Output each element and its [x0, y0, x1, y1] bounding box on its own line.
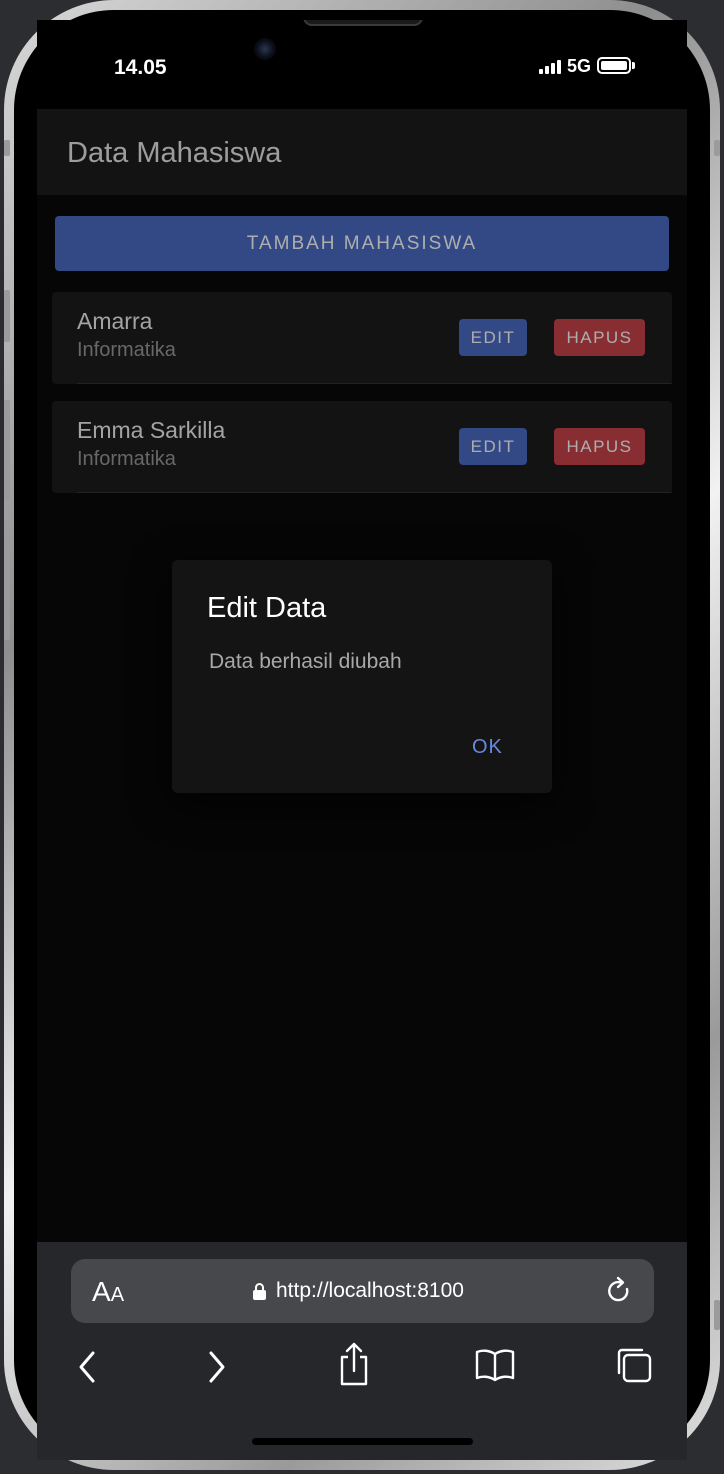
side-button-right-bottom	[714, 1300, 720, 1330]
app-content: Data Mahasiswa TAMBAH MAHASISWA Amarra I…	[37, 109, 687, 1242]
screen: 14.05 5G Data Mahasiswa TAMBAH MAHASISWA…	[37, 20, 687, 1460]
status-bar: 14.05 5G	[37, 20, 687, 108]
tabs-icon[interactable]	[615, 1346, 653, 1384]
dialog-title: Edit Data	[207, 592, 327, 624]
status-time: 14.05	[114, 56, 167, 79]
text-size-label-big: A	[92, 1276, 111, 1307]
ok-button[interactable]: OK	[472, 736, 503, 759]
mute-switch	[4, 540, 10, 640]
bookmarks-icon[interactable]	[475, 1348, 515, 1382]
browser-toolbar: AA http://localhost:8100	[37, 1242, 687, 1460]
side-button-right	[714, 140, 720, 156]
forward-icon[interactable]	[203, 1347, 229, 1387]
home-indicator	[252, 1438, 473, 1445]
volume-up-button	[4, 290, 10, 342]
share-icon[interactable]	[337, 1341, 371, 1387]
volume-down-button	[4, 400, 10, 500]
front-camera	[254, 38, 276, 60]
signal-icon	[539, 60, 561, 74]
alert-dialog: Edit Data Data berhasil diubah OK	[172, 560, 552, 793]
dialog-message: Data berhasil diubah	[209, 650, 402, 673]
lock-icon	[253, 1283, 266, 1300]
text-size-label-small: A	[110, 1284, 125, 1306]
reload-icon[interactable]	[603, 1275, 635, 1307]
text-size-button[interactable]: AA	[92, 1276, 124, 1308]
side-button	[4, 140, 10, 156]
battery-tip	[632, 62, 635, 69]
url-text: http://localhost:8100	[276, 1279, 464, 1302]
address-bar[interactable]: AA http://localhost:8100	[71, 1259, 654, 1323]
back-icon[interactable]	[75, 1347, 101, 1387]
speaker	[303, 20, 423, 26]
battery-icon	[597, 57, 631, 74]
network-label: 5G	[567, 56, 592, 76]
